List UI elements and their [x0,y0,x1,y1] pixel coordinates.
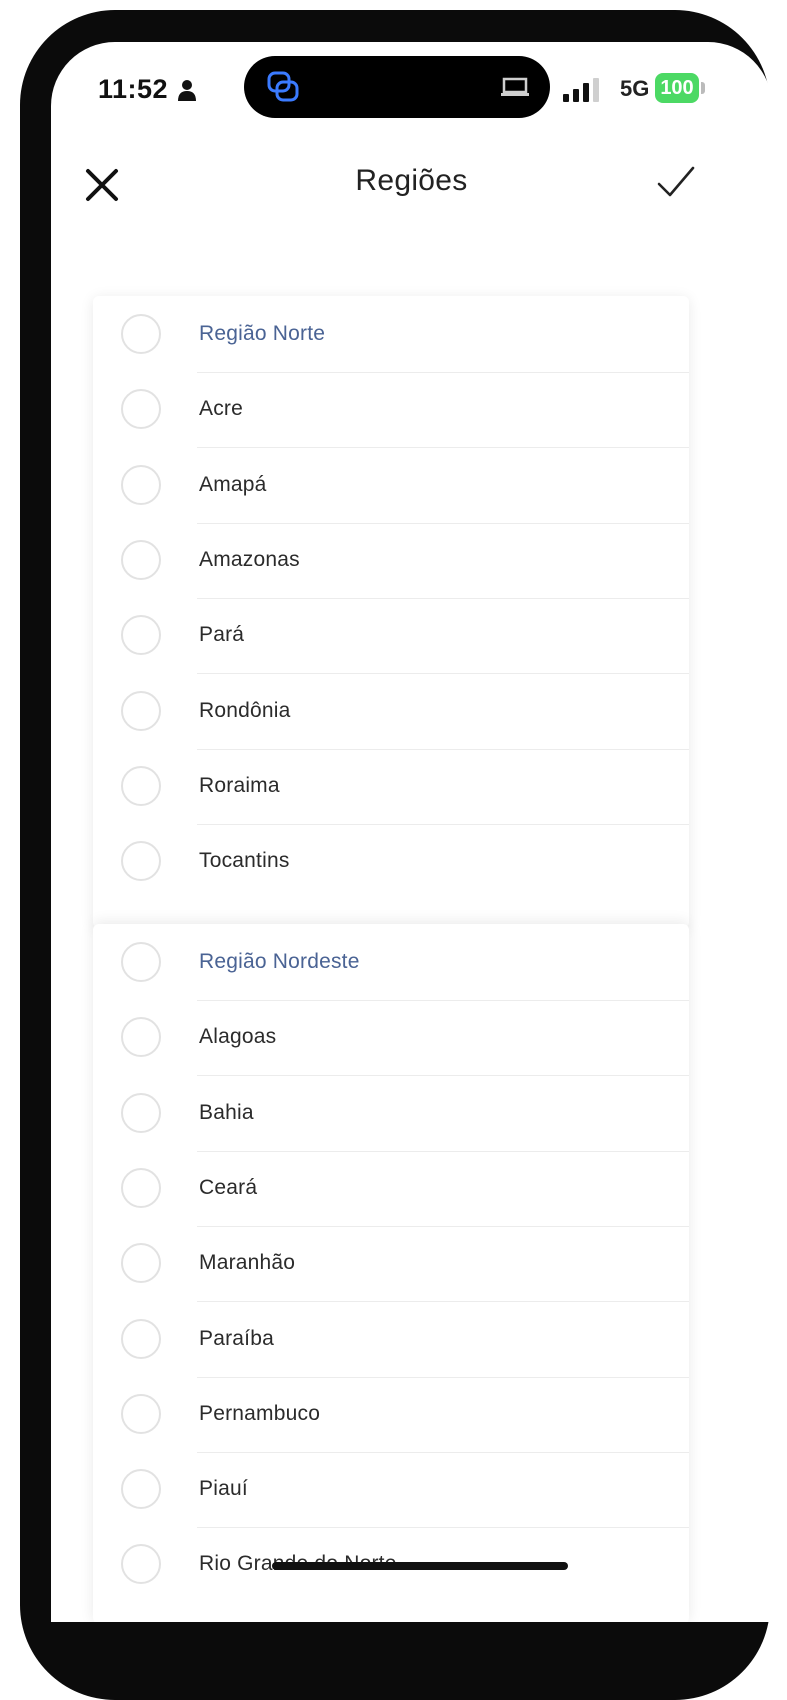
state-row[interactable]: Maranhão [93,1227,689,1303]
radio-circle-icon[interactable] [121,765,161,806]
radio-circle-icon[interactable] [121,314,161,354]
dynamic-island [244,56,550,118]
radio-circle-icon[interactable] [121,1017,161,1058]
radio-circle-icon[interactable] [121,690,161,731]
state-label: Roraima [199,773,280,797]
state-row[interactable]: Rondônia [93,675,689,750]
region-header-row[interactable]: Região Norte [93,298,689,373]
radio-circle-icon[interactable] [121,1318,161,1359]
state-row[interactable]: Paraíba [93,1303,689,1378]
state-row[interactable]: Amapá [93,449,689,524]
confirm-button[interactable] [653,160,699,206]
person-icon [178,80,196,101]
state-label: Ceará [199,1175,258,1199]
state-row[interactable]: Piauí [93,1453,689,1529]
radio-circle-icon[interactable] [121,389,161,430]
radio-circle-icon[interactable] [121,464,161,505]
app-screen: 11:52 5G 100 Regiões Região Norte Acre A… [51,42,772,1622]
state-row[interactable]: Amazonas [93,524,689,599]
state-label: Tocantins [199,849,290,873]
radio-circle-icon[interactable] [121,1544,161,1585]
state-row[interactable]: Bahia [93,1077,689,1152]
state-label: Piauí [199,1477,248,1501]
radio-circle-icon[interactable] [121,1469,161,1510]
state-label: Pernambuco [199,1401,321,1425]
home-indicator[interactable] [272,1562,568,1570]
network-type: 5G [620,76,650,101]
radio-circle-icon[interactable] [121,841,161,882]
state-row[interactable]: Ceará [93,1152,689,1227]
state-label: Amazonas [199,547,300,571]
state-label: Paraíba [199,1326,274,1350]
state-row[interactable]: Roraima [93,750,689,825]
state-label: Maranhão [199,1251,296,1275]
radio-circle-icon[interactable] [121,1393,161,1434]
state-label: Bahia [199,1100,254,1124]
status-time: 11:52 [98,74,169,104]
region-group-norte: Região Norte Acre Amapá Amazonas Pará Rondôni… [93,296,689,928]
state-row[interactable]: Tocantins [93,825,689,900]
region-label: Região Norte [199,322,326,345]
laptop-icon [501,77,529,96]
state-label: Rondônia [199,698,291,722]
signal-icon [563,78,599,102]
radio-circle-icon[interactable] [121,1092,161,1133]
state-row[interactable]: Pará [93,599,689,675]
radio-circle-icon[interactable] [121,1167,161,1208]
app-switch-icon [267,71,299,102]
radio-circle-icon[interactable] [121,539,161,580]
radio-circle-icon[interactable] [121,615,161,656]
radio-circle-icon[interactable] [121,942,161,982]
state-label: Amapá [199,472,267,496]
region-label: Região Nordeste [199,950,360,973]
state-row[interactable]: Alagoas [93,1001,689,1077]
radio-circle-icon[interactable] [121,1243,161,1284]
status-bar: 11:52 5G 100 [51,42,772,132]
battery-cap [701,82,705,94]
state-row[interactable]: Acre [93,373,689,449]
region-header-row[interactable]: Região Nordeste [93,926,689,1001]
region-group-nordeste: Região Nordeste Alagoas Bahia Ceará Maranhão… [93,924,689,1622]
state-row[interactable]: Pernambuco [93,1378,689,1453]
state-label: Pará [199,623,245,647]
state-label: Alagoas [199,1025,277,1049]
battery-indicator: 100 [655,73,699,103]
state-label: Acre [199,397,243,421]
